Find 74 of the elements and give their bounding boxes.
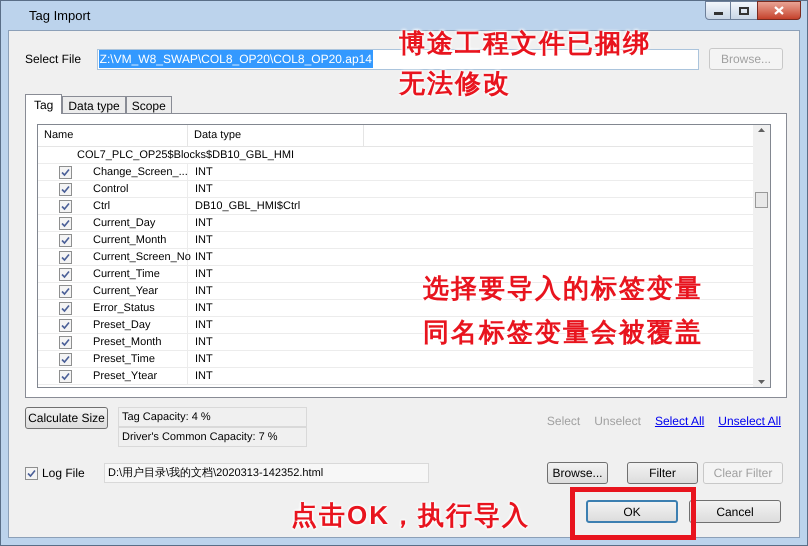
capacity-readout: Driver's Common Capacity: 7 % [118,427,307,447]
data-type-cell-text: INT [194,334,214,350]
checkbox-label: Log File [42,465,86,482]
data-type-cell-text: INT [194,318,214,333]
checkbox[interactable] [59,318,72,332]
data-type-cell-text: INT [194,300,214,316]
data-type-cell-text: DB10_GBL_HMI$Ctrl [194,198,302,214]
window-title: Tag Import [29,6,90,25]
log-file-field[interactable]: D:\用户目录\我的文档\2020313-142352.html [104,463,429,483]
checkbox[interactable] [59,268,72,280]
tag-name: Current_Month [93,232,166,248]
ok-button[interactable]: OK [586,500,678,523]
data-type-cell-text: INT [194,368,214,384]
callout-text: 同名标签变量会被覆盖 [423,316,703,348]
browse-button[interactable]: Browse... [547,462,608,484]
tag-name: Error_Status [93,300,155,316]
callout-text: 点击OK，执行导入 [291,499,530,531]
selection-link[interactable]: Select All [654,412,704,430]
data-type-cell-text: INT [194,266,214,282]
check-icon [27,468,36,478]
checkbox[interactable] [25,466,38,480]
minimize-icon [714,12,722,15]
tag-name: Change_Screen_... [93,164,188,180]
tag-name: Current_Year [93,284,158,299]
scroll-thumb[interactable] [755,192,768,208]
column-header[interactable]: Data type [188,125,364,146]
tab[interactable]: Tag [25,94,62,114]
checkbox[interactable] [59,200,72,212]
tag-name: Preset_Ytear [93,368,158,384]
column-header[interactable]: Name [38,125,188,146]
minimize-button[interactable] [705,1,731,20]
callout-text: 选择要导入的标签变量 [423,272,703,304]
scroll-down-icon [758,380,765,384]
field-label: Select File [25,51,82,68]
tab[interactable]: Scope [126,96,172,113]
tag-name: Ctrl [93,198,110,214]
checkbox[interactable] [59,182,72,196]
data-type-cell-text: INT [194,164,214,180]
data-type-cell-text: INT [194,352,214,367]
group-name: COL7_PLC_OP25$Blocks$DB10_GBL_HMI [77,148,294,163]
scroll-up-icon [758,128,765,132]
checkbox[interactable] [59,216,72,230]
maximize-icon [739,6,749,14]
calculate-size-button[interactable]: Calculate Size [25,407,108,429]
tag-name: Current_Day [93,216,156,231]
checkbox[interactable] [59,250,72,264]
filter-button[interactable]: Filter [627,462,698,484]
tag-name: Current_Time [93,266,160,282]
checkbox[interactable] [59,166,72,178]
scrollbar[interactable] [753,125,770,387]
checkbox[interactable] [59,336,72,348]
capacity-readout: Tag Capacity: 4 % [118,407,307,427]
tag-name: Control [93,182,128,197]
checkbox[interactable] [59,352,72,366]
data-type-cell-text: INT [194,232,214,248]
checkbox[interactable] [59,302,72,314]
checkbox[interactable] [59,370,72,382]
tag-name: Preset_Month [93,334,162,350]
cancel-button[interactable]: Cancel [689,500,781,523]
data-type-cell-text: INT [194,216,214,231]
callout-text: 无法修改 [399,67,512,99]
checkbox[interactable] [59,284,72,298]
selection-link[interactable]: Unselect All [718,412,781,430]
checkbox[interactable] [59,234,72,246]
tag-name: Preset_Time [93,352,155,367]
tag-name: Current_Screen_No [93,250,191,265]
data-type-cell-text: INT [194,250,214,265]
close-button[interactable] [757,1,801,20]
close-icon [774,6,784,15]
maximize-button[interactable] [731,1,757,20]
data-type-cell-text: INT [194,284,214,299]
tab[interactable]: Data type [62,96,126,113]
data-type-cell-text: INT [194,182,214,197]
tag-name: Preset_Day [93,318,150,333]
